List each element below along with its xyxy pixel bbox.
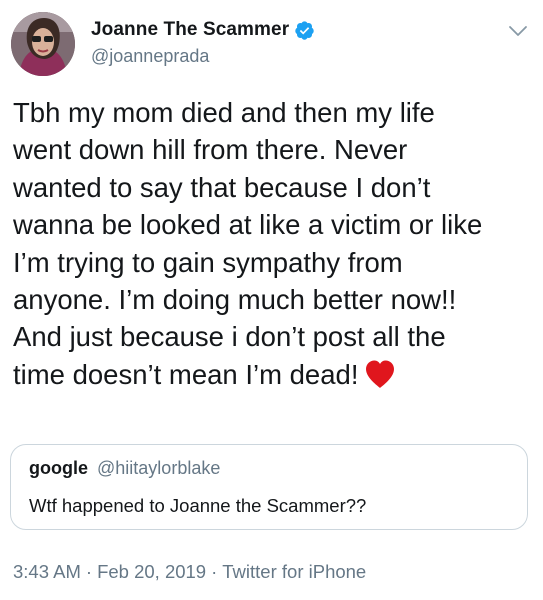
chevron-down-icon[interactable] [508,24,528,38]
tweet-card: Joanne The Scammer @joanneprada Tbh my m… [0,0,543,600]
tweet-date[interactable]: Feb 20, 2019 [97,561,206,582]
avatar-image [11,12,75,76]
tweet-time[interactable]: 3:43 AM [13,561,81,582]
tweet-text: Tbh my mom died and then my life went do… [13,94,533,393]
meta-separator: · [211,561,218,582]
author-display-name[interactable]: Joanne The Scammer [91,19,289,41]
quoted-tweet[interactable]: google @hiitaylorblake Wtf happened to J… [10,444,528,530]
author-name-row: Joanne The Scammer [91,17,315,43]
quoted-author-name: google [29,458,88,478]
tweet-text-line: anyone. I’m doing much better now!! [13,284,457,316]
quoted-tweet-text: Wtf happened to Joanne the Scammer?? [29,495,367,516]
quoted-author-handle: @hiitaylorblake [97,458,221,478]
tweet-text-line: wanted to say that because I don’t [13,171,431,203]
tweet-text-line: Tbh my mom died and then my life [13,97,435,128]
tweet-text-line: went down hill from there. Never [13,134,408,166]
tweet-text-line: I’m trying to gain sympathy from [13,246,403,278]
tweet-text-line: time doesn’t mean I’m dead! [13,358,359,390]
verified-badge-icon [295,20,314,40]
author-avatar[interactable] [11,12,75,76]
author-info: Joanne The Scammer @joanneprada [91,17,315,67]
tweet-text-last-line: time doesn’t mean I’m dead! [13,356,533,393]
red-heart-icon [366,360,395,388]
tweet-source[interactable]: Twitter for iPhone [222,561,366,582]
author-handle[interactable]: @joanneprada [91,46,315,67]
meta-separator: · [85,561,93,582]
quoted-author: google @hiitaylorblake [29,458,220,479]
tweet-text-line: And just because i don’t post all the [13,321,446,353]
tweet-meta: 3:43 AM · Feb 20, 2019 · Twitter for iPhone [13,561,366,583]
tweet-text-line: wanna be looked at like a victim or like [13,209,483,241]
